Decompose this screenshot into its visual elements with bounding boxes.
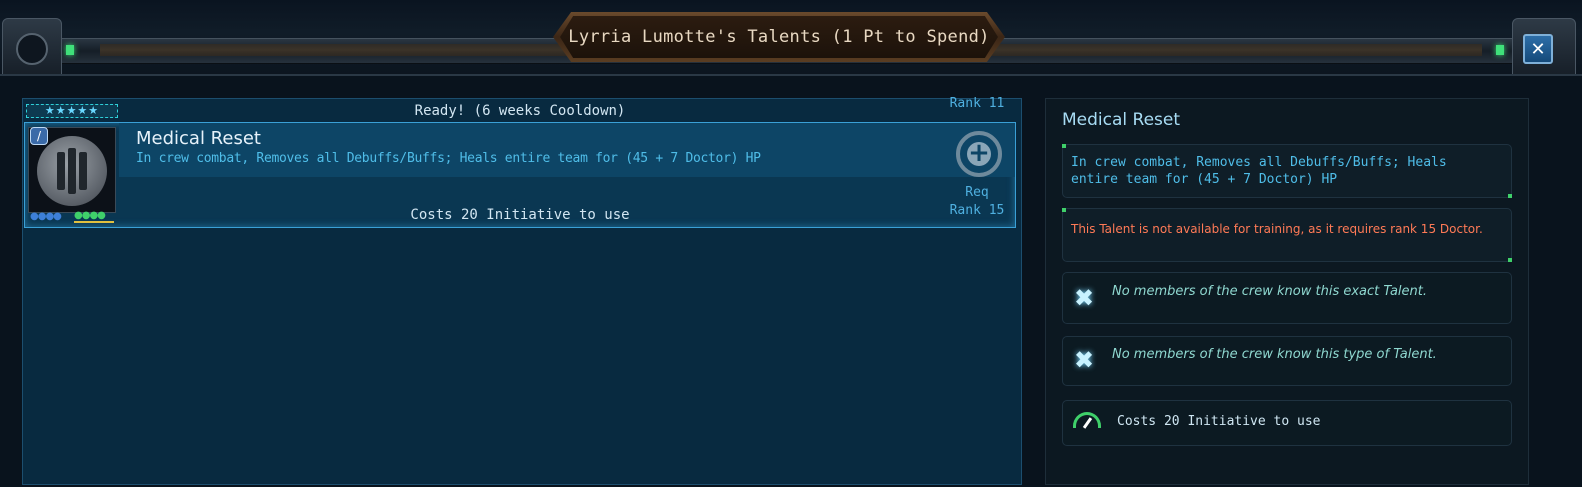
talent-status: Ready! (6 weeks Cooldown) (414, 103, 626, 119)
talent-name: Medical Reset (136, 128, 261, 149)
talent-stars: ★★★★★ (26, 104, 118, 118)
detail-warning: This Talent is not available for trainin… (1071, 222, 1483, 236)
cross-icon: ✖ (1073, 346, 1095, 374)
detail-note-exact: No members of the crew know this exact T… (1112, 284, 1428, 299)
talent-tag-icon: / (30, 127, 48, 145)
talent-cost: Costs 20 Initiative to use (410, 207, 630, 223)
status-light-icon (66, 45, 74, 55)
medical-cross-icon: + (956, 131, 1002, 177)
rank-label-previous: Rank 11 (949, 96, 1005, 108)
green-pip-icons: ●●●● (74, 211, 114, 223)
close-x-icon: ✕ (1530, 39, 1546, 60)
frame-corner-left (2, 18, 62, 82)
detail-title: Medical Reset (1062, 110, 1181, 130)
close-button[interactable]: ✕ (1523, 34, 1553, 64)
status-light-icon (1496, 45, 1504, 55)
req-label: Req (965, 185, 989, 200)
detail-note-type: No members of the crew know this type of… (1112, 347, 1437, 362)
talent-description: In crew combat, Removes all Debuffs/Buff… (136, 151, 761, 166)
blue-pip-icons: ●●●● (30, 211, 62, 222)
detail-cost: Costs 20 Initiative to use (1117, 414, 1321, 429)
cross-icon: ✖ (1073, 284, 1095, 312)
frame-ring-icon (16, 33, 48, 65)
window-title: Lyrria Lumotte's Talents (1 Pt to Spend) (568, 27, 990, 47)
talent-requirement: Req Rank 15 (940, 184, 1014, 220)
helmet-emblem-icon (37, 136, 107, 206)
req-rank: Rank 15 (949, 203, 1005, 218)
detail-description: In crew combat, Removes all Debuffs/Buff… (1071, 155, 1447, 187)
